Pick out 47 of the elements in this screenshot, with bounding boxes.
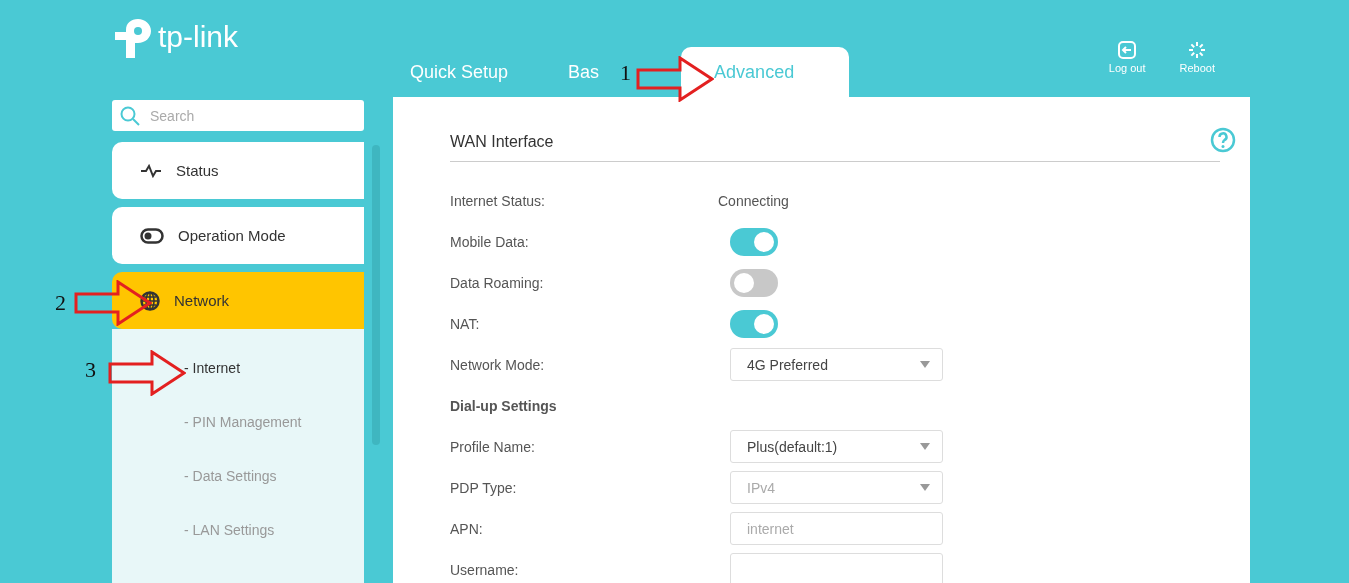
globe-icon <box>140 290 160 311</box>
submenu-item[interactable]: - Internet <box>112 341 364 395</box>
caret-icon <box>920 484 930 491</box>
step-number: 3 <box>85 357 96 383</box>
step-number: 1 <box>620 60 631 86</box>
field-label: PDP Type: <box>450 479 518 496</box>
toggle-switch[interactable] <box>730 268 778 297</box>
input-field[interactable]: internet <box>730 512 943 545</box>
dropdown[interactable]: 4G Preferred <box>730 348 943 381</box>
section-heading: Dial-up Settings <box>450 397 558 414</box>
toggle-icon <box>140 227 164 244</box>
header-action[interactable]: Reboot <box>1179 40 1215 74</box>
pulse-icon <box>140 163 162 178</box>
help-icon[interactable] <box>1210 127 1236 153</box>
nav-tab[interactable]: Bas <box>568 47 600 97</box>
logo-icon <box>112 18 152 60</box>
field-label: NAT: <box>450 315 481 332</box>
nav-tab[interactable]: Advanced <box>681 47 850 97</box>
field-label: Username: <box>450 561 520 578</box>
input-field[interactable] <box>730 553 943 583</box>
dropdown[interactable]: Plus(default:1) <box>730 430 943 463</box>
menu-item[interactable]: Status <box>112 142 364 199</box>
toggle-switch[interactable] <box>730 227 778 256</box>
nav-tab[interactable]: Quick Setup <box>410 47 509 97</box>
field-label: Internet Status: <box>450 192 546 209</box>
menu-item[interactable]: Operation Mode <box>112 207 364 264</box>
submenu-item[interactable]: - PIN Management <box>112 395 364 449</box>
header-action[interactable]: Log out <box>1108 40 1146 74</box>
toggle-switch[interactable] <box>730 309 778 338</box>
caret-icon <box>920 443 930 450</box>
field-label: Mobile Data: <box>450 233 530 250</box>
search-icon <box>120 106 140 126</box>
panel-title: WAN Interface <box>450 133 1220 162</box>
field-label: Profile Name: <box>450 438 536 455</box>
spinner-icon <box>1187 40 1208 60</box>
field-label: Data Roaming: <box>450 274 545 291</box>
logout-icon <box>1117 40 1138 60</box>
submenu-item[interactable]: - Data Settings <box>112 449 364 503</box>
field-value: Connecting <box>718 192 789 209</box>
field-label: APN: <box>450 520 484 537</box>
search-field[interactable]: Search <box>112 100 364 131</box>
caret-icon <box>920 361 930 368</box>
menu-item[interactable]: Network <box>112 272 364 329</box>
submenu-item[interactable]: - LAN Settings <box>112 503 364 557</box>
field-label: Network Mode: <box>450 356 546 373</box>
logo-text: tp-link <box>158 19 239 55</box>
step-number: 2 <box>55 290 66 316</box>
